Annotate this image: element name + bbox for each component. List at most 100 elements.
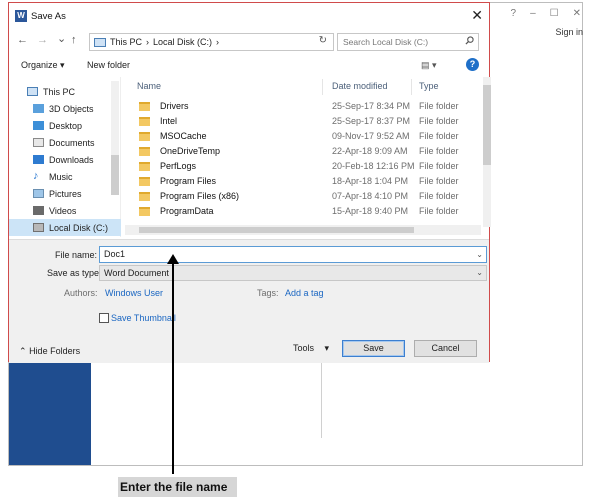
tree-item-pictures[interactable]: Pictures	[9, 185, 121, 202]
annotation-caption: Enter the file name	[118, 477, 237, 497]
chevron-up-icon: ⌃	[19, 346, 27, 356]
download-icon	[33, 155, 44, 164]
column-header-type[interactable]: Type	[419, 77, 439, 95]
list-item[interactable]: Program Files 18-Apr-18 1:04 PM File fol…	[125, 174, 475, 189]
search-input[interactable]: Search Local Disk (C:)	[337, 33, 479, 51]
new-folder-button[interactable]: New folder	[87, 60, 130, 70]
up-button[interactable]: ↑	[71, 34, 77, 46]
minimize-icon[interactable]: –	[530, 8, 536, 19]
save-options-panel: File name: Doc1 ⌄ Save as type: Word Doc…	[9, 239, 489, 363]
refresh-button[interactable]: ↻	[319, 35, 327, 46]
chevron-down-icon: ⌄	[476, 268, 483, 277]
tree-item-label: Documents	[49, 137, 95, 148]
file-date: 25-Sep-17 8:34 PM	[332, 101, 411, 111]
file-type: File folder	[419, 161, 459, 171]
tree-item-desktop[interactable]: Desktop	[9, 117, 121, 134]
help-icon[interactable]: ?	[466, 58, 479, 71]
tree-item-local-disk[interactable]: Local Disk (C:)	[9, 219, 121, 236]
save-button[interactable]: Save	[342, 340, 405, 357]
authors-label: Authors:	[64, 288, 98, 298]
tree-item-videos[interactable]: Videos	[9, 202, 121, 219]
tree-item-label: 3D Objects	[49, 103, 94, 114]
folder-icon	[139, 177, 150, 186]
view-options-button[interactable]: ▤ ▾	[421, 60, 437, 71]
tree-item-label: Downloads	[49, 154, 94, 165]
list-item[interactable]: Program Files (x86) 07-Apr-18 4:10 PM Fi…	[125, 189, 475, 204]
file-name: Program Files	[160, 176, 217, 186]
cube-icon	[33, 104, 44, 113]
close-button[interactable]: ✕	[471, 7, 483, 23]
computer-icon	[27, 87, 38, 96]
back-button[interactable]: ←	[17, 34, 28, 46]
music-icon: ♪	[33, 170, 39, 182]
column-header-date[interactable]: Date modified	[332, 77, 388, 95]
file-type: File folder	[419, 116, 459, 126]
navigation-pane: This PC 3D Objects Desktop Documents Dow…	[9, 77, 121, 237]
tree-item-label: Videos	[49, 205, 77, 216]
file-date: 07-Apr-18 4:10 PM	[332, 191, 409, 201]
tree-item-music[interactable]: ♪ Music	[9, 168, 121, 185]
chevron-down-icon[interactable]: ⌄	[476, 247, 483, 262]
tools-button[interactable]: Tools ▾	[293, 343, 329, 354]
add-tag-link[interactable]: Add a tag	[285, 288, 324, 298]
file-type: File folder	[419, 101, 459, 111]
tree-item-label: Music	[49, 171, 73, 182]
list-item[interactable]: ProgramData 15-Apr-18 9:40 PM File folde…	[125, 204, 475, 219]
dialog-title: Save As	[31, 11, 66, 22]
folder-icon	[139, 147, 150, 156]
dialog-toolbar: Organize ▾ New folder ▤ ▾ ?	[9, 55, 489, 77]
list-item[interactable]: MSOCache 09-Nov-17 9:52 AM File folder	[125, 129, 475, 144]
file-name-field[interactable]: Doc1 ⌄	[99, 246, 487, 263]
tree-item-label: Local Disk (C:)	[49, 222, 109, 233]
list-item[interactable]: Drivers 25-Sep-17 8:34 PM File folder	[125, 99, 475, 114]
hide-folders-button[interactable]: ⌃ Hide Folders	[19, 346, 80, 357]
dropdown-arrow-icon: ▾	[324, 343, 330, 353]
tree-scrollbar[interactable]	[111, 81, 119, 157]
word-window-controls: ? – ☐ ✕	[511, 8, 581, 19]
tree-item-label: Pictures	[49, 188, 82, 199]
maximize-icon[interactable]: ☐	[550, 8, 559, 19]
recent-locations-button[interactable]: ⌄	[57, 32, 66, 45]
help-icon[interactable]: ?	[511, 8, 517, 19]
breadcrumb-separator[interactable]: ›	[146, 37, 149, 47]
save-type-select[interactable]: Word Document ⌄	[99, 265, 487, 281]
word-icon: W	[15, 10, 27, 22]
annotation-arrow-line	[172, 262, 174, 474]
file-list-scrollbar-thumb[interactable]	[483, 85, 491, 165]
breadcrumb-this-pc[interactable]: This PC	[110, 37, 142, 47]
folder-icon	[139, 132, 150, 141]
file-name: Drivers	[160, 101, 189, 111]
organize-button[interactable]: Organize ▾	[21, 60, 65, 71]
authors-value[interactable]: Windows User	[105, 288, 163, 298]
column-divider[interactable]	[322, 79, 323, 95]
save-thumbnail-label[interactable]: Save Thumbnail	[111, 313, 176, 323]
breadcrumb-separator[interactable]: ›	[216, 37, 219, 47]
documents-icon	[33, 138, 44, 147]
backstage-sidebar	[9, 360, 91, 465]
list-item[interactable]: Intel 25-Sep-17 8:37 PM File folder	[125, 114, 475, 129]
folder-icon	[139, 102, 150, 111]
list-item[interactable]: OneDriveTemp 22-Apr-18 9:09 AM File fold…	[125, 144, 475, 159]
tree-item-label: This PC	[43, 86, 76, 97]
file-name: OneDriveTemp	[160, 146, 221, 156]
forward-button[interactable]: →	[37, 34, 48, 46]
save-thumbnail-checkbox[interactable]	[99, 313, 109, 323]
desktop-icon	[33, 121, 44, 130]
column-header-name[interactable]: Name	[137, 77, 161, 95]
sign-in-link[interactable]: Sign in	[555, 27, 583, 37]
close-icon[interactable]: ✕	[573, 8, 581, 19]
tree-item-this-pc[interactable]: This PC	[9, 83, 121, 100]
tree-item-documents[interactable]: Documents	[9, 134, 121, 151]
list-item[interactable]: PerfLogs 20-Feb-18 12:16 PM File folder	[125, 159, 475, 174]
breadcrumb-local-disk[interactable]: Local Disk (C:)	[153, 37, 212, 47]
tree-item-downloads[interactable]: Downloads	[9, 151, 121, 168]
column-divider[interactable]	[411, 79, 412, 95]
tree-scrollbar-thumb[interactable]	[111, 155, 119, 195]
tree-item-3d-objects[interactable]: 3D Objects	[9, 100, 121, 117]
horizontal-scrollbar-thumb[interactable]	[139, 227, 414, 233]
file-name: ProgramData	[160, 206, 214, 216]
search-icon	[465, 34, 474, 50]
cancel-button[interactable]: Cancel	[414, 340, 477, 357]
address-bar[interactable]: This PC › Local Disk (C:) › ↻	[89, 33, 334, 51]
file-name: Intel	[160, 116, 178, 126]
